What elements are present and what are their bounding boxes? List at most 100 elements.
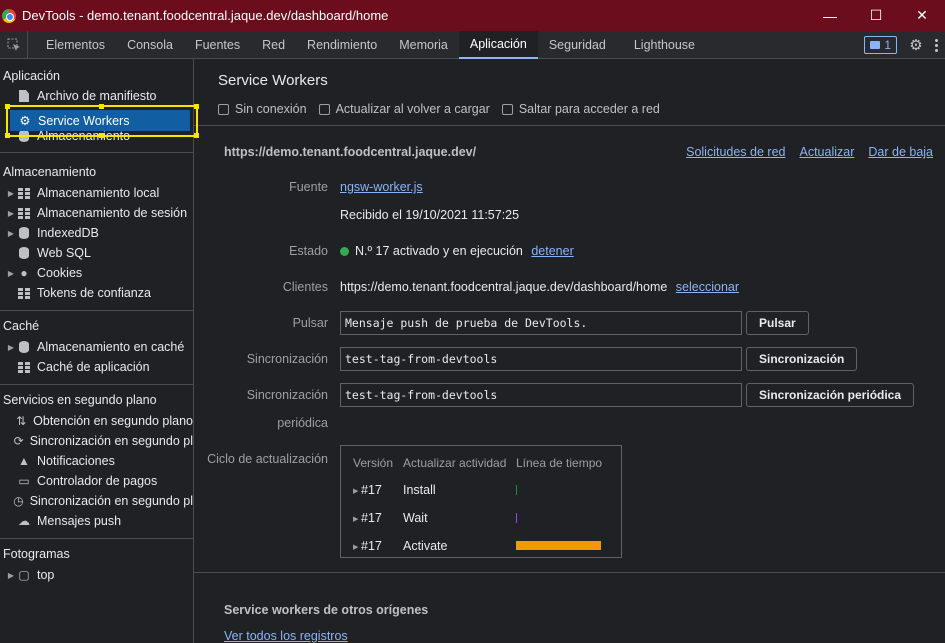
expand-row-icon[interactable]: ▶ (353, 487, 358, 495)
more-options-icon[interactable] (927, 38, 945, 52)
cloud-icon: ☁ (18, 514, 30, 528)
tab-aplicacion[interactable]: Aplicación (458, 30, 538, 59)
bell-icon: ▲ (18, 454, 30, 468)
sidebar-section-almacenamiento: Almacenamiento (3, 165, 97, 179)
issues-icon (870, 41, 881, 49)
tab-memoria[interactable]: Memoria (388, 31, 459, 59)
expand-row-icon[interactable]: ▶ (353, 515, 358, 523)
cycle-version: #17 (361, 511, 382, 525)
cycle-activity: Wait (403, 511, 428, 525)
gear-icon: ⚙ (19, 114, 31, 128)
sidebar-item-indexeddb[interactable]: ▶ IndexedDB (0, 223, 193, 243)
settings-gear-icon[interactable]: ⚙ (905, 34, 927, 56)
sidebar-item-session-storage[interactable]: ▶ Almacenamiento de sesión (0, 203, 193, 223)
close-button[interactable]: ✕ (899, 0, 945, 31)
offline-checkbox[interactable]: Sin conexión (218, 102, 307, 116)
push-label: Pulsar (292, 316, 328, 330)
periodic-sync-tag-input[interactable]: test-tag-from-devtools (340, 383, 742, 407)
window-title: DevTools - demo.tenant.foodcentral.jaque… (22, 8, 389, 23)
status-label: Estado (289, 244, 328, 258)
push-button[interactable]: Pulsar (746, 311, 809, 335)
expand-row-icon[interactable]: ▶ (353, 543, 358, 551)
inspect-element-icon[interactable] (0, 30, 28, 59)
sidebar-item-background-sync[interactable]: ⟳ Sincronización en segundo pl (0, 431, 193, 451)
sidebar-item-cookies[interactable]: ▶ ● Cookies (0, 263, 193, 283)
devtools-tabbar: Elementos Consola Fuentes Red Rendimient… (0, 30, 945, 59)
see-all-registrations-link[interactable]: Ver todos los registros (224, 629, 348, 643)
col-activity: Actualizar actividad (403, 456, 507, 470)
sidebar-section-cache: Caché (3, 319, 40, 333)
tab-fuentes[interactable]: Fuentes (184, 31, 251, 59)
cycle-activity: Activate (403, 539, 448, 553)
source-label: Fuente (289, 180, 328, 194)
status-running-icon (340, 247, 349, 256)
select-client-link[interactable]: seleccionar (676, 280, 739, 294)
periodic-sync-label: Sincronización (246, 388, 328, 402)
sync-tag-input[interactable]: test-tag-from-devtools (340, 347, 742, 371)
file-icon (17, 89, 31, 103)
arrows-updown-icon: ⇅ (16, 414, 27, 428)
sidebar-item-websql[interactable]: Web SQL (0, 243, 193, 263)
stop-link[interactable]: detener (531, 244, 573, 258)
sidebar-item-payment-handler[interactable]: ▭ Controlador de pagos (0, 471, 193, 491)
periodic-sync-button[interactable]: Sincronización periódica (746, 383, 915, 407)
push-message-input[interactable]: Mensaje push de prueba de DevTools. (340, 311, 742, 335)
update-cycle-label: Ciclo de actualización (207, 452, 328, 466)
clock-icon: ◷ (13, 494, 24, 508)
other-origins-title: Service workers de otros orígenes (224, 603, 429, 617)
sidebar-item-push-messaging[interactable]: ☁ Mensajes push (0, 511, 193, 531)
sidebar-section-frames: Fotogramas (3, 547, 70, 561)
periodic-sync-label-2: periódica (277, 416, 328, 430)
tab-red[interactable]: Red (251, 31, 296, 59)
timeline-bar-wait (516, 513, 517, 523)
tab-lighthouse[interactable]: Lighthouse (623, 31, 706, 59)
clients-label: Clientes (282, 280, 328, 294)
issues-badge[interactable]: 1 (864, 36, 897, 54)
network-requests-link[interactable]: Solicitudes de red (686, 145, 785, 159)
grid-icon (17, 206, 31, 220)
database-icon (17, 246, 31, 260)
sidebar-item-frame-top[interactable]: ▶ ▢ top (0, 565, 193, 585)
tab-rendimiento[interactable]: Rendimiento (296, 31, 388, 59)
card-icon: ▭ (18, 474, 30, 488)
sidebar-item-app-cache[interactable]: Caché de aplicación (0, 357, 193, 377)
cycle-version: #17 (361, 539, 382, 553)
clients-url: https://demo.tenant.foodcentral.jaque.de… (340, 280, 668, 294)
sidebar-item-manifest[interactable]: Archivo de manifiesto (0, 87, 193, 105)
application-sidebar: Aplicación Archivo de manifiesto Almacen… (0, 59, 194, 643)
update-on-reload-checkbox[interactable]: Actualizar al volver a cargar (318, 102, 490, 116)
sync-icon: ⟳ (13, 434, 24, 448)
status-text: N.º 17 activado y en ejecución (355, 244, 523, 258)
sidebar-item-trust-tokens[interactable]: Tokens de confianza (0, 283, 193, 303)
sidebar-item-cache-storage[interactable]: ▶ Almacenamiento en caché (0, 337, 193, 357)
cycle-activity: Install (403, 483, 436, 497)
sync-button[interactable]: Sincronización (746, 347, 858, 371)
source-file-link[interactable]: ngsw-worker.js (340, 180, 423, 194)
tab-seguridad[interactable]: Seguridad (538, 31, 617, 59)
database-icon (17, 226, 31, 240)
window-titlebar: DevTools - demo.tenant.foodcentral.jaque… (0, 0, 945, 31)
received-date: Recibido el 19/10/2021 11:57:25 (340, 208, 520, 222)
issues-count: 1 (884, 38, 891, 52)
timeline-bar-install (516, 485, 517, 495)
col-timeline: Línea de tiempo (516, 456, 603, 470)
tab-elementos[interactable]: Elementos (35, 31, 116, 59)
tab-consola[interactable]: Consola (116, 31, 184, 59)
maximize-button[interactable]: ☐ (853, 0, 899, 31)
database-icon (17, 340, 31, 354)
sidebar-section-background-services: Servicios en segundo plano (3, 393, 157, 407)
sidebar-item-service-workers[interactable]: ⚙ Service Workers (10, 110, 190, 131)
timeline-bar-activate (516, 541, 601, 550)
sidebar-item-background-fetch[interactable]: ⇅ Obtención en segundo plano (0, 411, 193, 431)
service-workers-panel: Service Workers Sin conexión Actualizar … (194, 59, 945, 643)
sidebar-item-notifications[interactable]: ▲ Notificaciones (0, 451, 193, 471)
minimize-button[interactable]: — (807, 0, 853, 31)
sidebar-item-local-storage[interactable]: ▶ Almacenamiento local (0, 183, 193, 203)
bypass-network-checkbox[interactable]: Saltar para acceder a red (501, 102, 660, 116)
update-link[interactable]: Actualizar (799, 145, 854, 159)
page-title: Service Workers (218, 72, 328, 89)
sidebar-section-aplicacion: Aplicación (3, 69, 60, 83)
sidebar-item-periodic-sync[interactable]: ◷ Sincronización en segundo pl (0, 491, 193, 511)
sync-label: Sincronización (246, 352, 328, 366)
unregister-link[interactable]: Dar de baja (868, 145, 933, 159)
